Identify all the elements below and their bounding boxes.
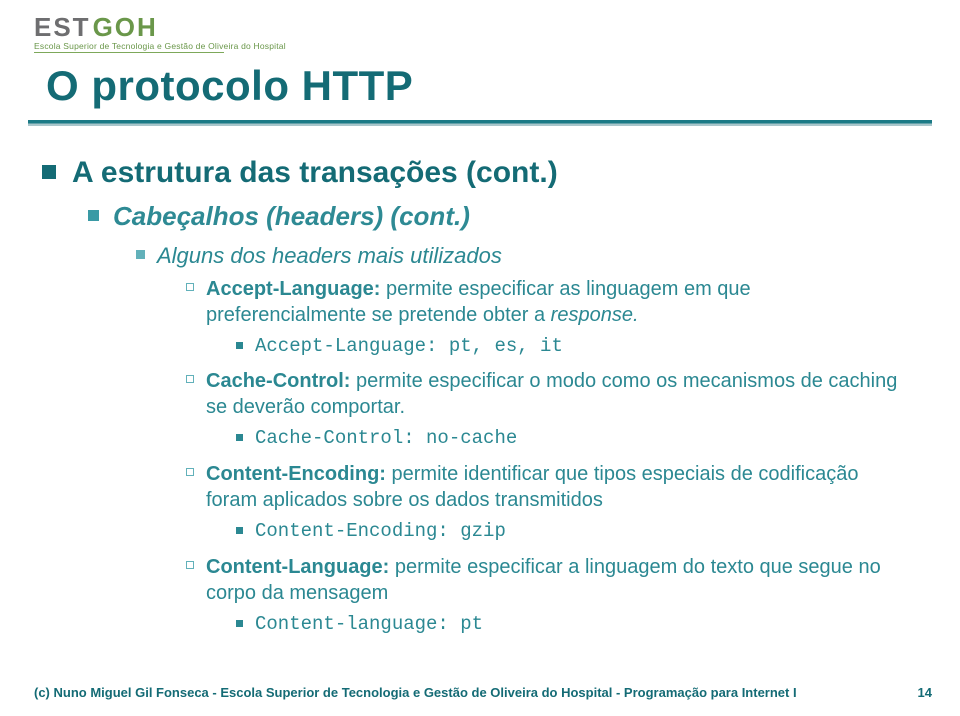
bullet-level-3: Alguns dos headers mais utilizados [136, 242, 910, 270]
square-bullet-icon [88, 210, 99, 221]
header-desc-tail: response. [551, 304, 639, 326]
header-item-content-encoding: Content-Encoding: permite identificar qu… [186, 461, 910, 513]
header-label: Cache-Control: [206, 370, 350, 392]
title-underline [28, 120, 932, 126]
header-item-text: Content-Language: permite especificar a … [206, 554, 910, 606]
bullet-3-text: Alguns dos headers mais utilizados [157, 242, 502, 270]
square-bullet-icon [236, 620, 243, 627]
bullet-2-text: Cabeçalhos (headers) (cont.) [113, 201, 470, 232]
code-text: Content-language: pt [255, 612, 483, 637]
header-label: Content-Encoding: [206, 463, 386, 485]
slide-footer: (c) Nuno Miguel Gil Fonseca - Escola Sup… [34, 685, 932, 700]
header-item-text: Content-Encoding: permite identificar qu… [206, 461, 910, 513]
code-text: Cache-Control: no-cache [255, 426, 517, 451]
bullet-level-1: A estrutura das transações (cont.) [42, 155, 910, 191]
code-line: Cache-Control: no-cache [236, 426, 910, 451]
logo-text-right: GOH [93, 12, 158, 43]
square-bullet-icon [136, 250, 145, 259]
code-text: Content-Encoding: gzip [255, 519, 506, 544]
header-item-cache-control: Cache-Control: permite especificar o mod… [186, 368, 910, 420]
slide-page: EST GOH Escola Superior de Tecnologia e … [0, 0, 960, 716]
code-line: Content-language: pt [236, 612, 910, 637]
header-item-accept-language: Accept-Language: permite especificar as … [186, 276, 910, 328]
square-bullet-icon [236, 342, 243, 349]
logo-row: EST GOH [34, 12, 286, 43]
logo-text-left: EST [34, 12, 91, 43]
square-bullet-icon [42, 165, 56, 179]
header-label: Accept-Language: [206, 278, 380, 300]
logo-block: EST GOH Escola Superior de Tecnologia e … [34, 12, 286, 53]
footer-text: (c) Nuno Miguel Gil Fonseca - Escola Sup… [34, 685, 797, 700]
header-item-content-language: Content-Language: permite especificar a … [186, 554, 910, 606]
header-item-text: Cache-Control: permite especificar o mod… [206, 368, 910, 420]
header-item-text: Accept-Language: permite especificar as … [206, 276, 910, 328]
code-line: Content-Encoding: gzip [236, 519, 910, 544]
code-text: Accept-Language: pt, es, it [255, 334, 563, 359]
header-label: Content-Language: [206, 556, 389, 578]
square-bullet-icon [236, 434, 243, 441]
logo-underline [34, 52, 224, 53]
logo-subtitle: Escola Superior de Tecnologia e Gestão d… [34, 41, 286, 51]
hollow-square-bullet-icon [186, 283, 194, 291]
code-line: Accept-Language: pt, es, it [236, 334, 910, 359]
bullet-level-2: Cabeçalhos (headers) (cont.) [88, 201, 910, 232]
slide-title: O protocolo HTTP [46, 62, 413, 110]
hollow-square-bullet-icon [186, 468, 194, 476]
square-bullet-icon [236, 527, 243, 534]
page-number: 14 [918, 685, 932, 700]
hollow-square-bullet-icon [186, 561, 194, 569]
hollow-square-bullet-icon [186, 375, 194, 383]
bullet-1-text: A estrutura das transações (cont.) [72, 155, 558, 191]
slide-content: A estrutura das transações (cont.) Cabeç… [38, 155, 910, 646]
